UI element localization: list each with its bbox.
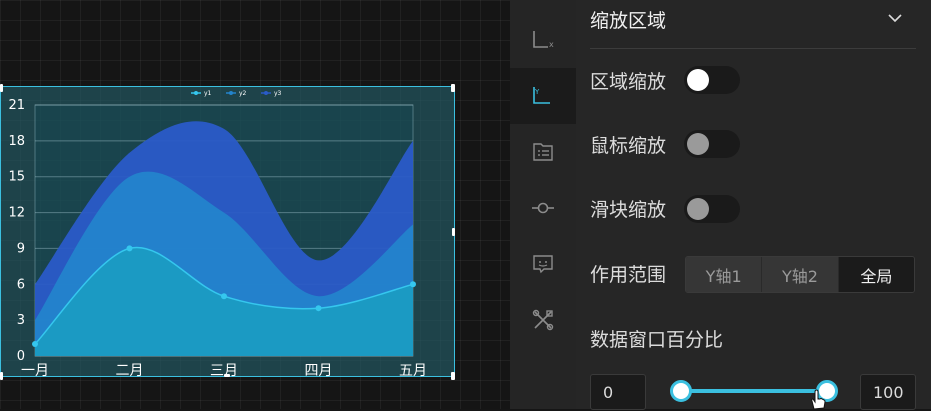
zoom-settings-panel: 缩放区域 区域缩放 鼠标缩放 滑块缩放 作用范围 Y轴1 Y轴2 全局 数据窗口…: [576, 0, 931, 410]
data-point: [221, 293, 227, 300]
tools-icon: [532, 309, 554, 331]
data-point: [410, 281, 416, 288]
y-tick-label: 12: [8, 206, 25, 221]
toggle-knob: [687, 133, 709, 155]
rail-tab-y-axis[interactable]: Y: [510, 68, 576, 124]
y-axis-icon: Y: [533, 87, 550, 104]
rail-tab-tooltip[interactable]: [510, 236, 576, 292]
data-point: [32, 341, 38, 348]
y-tick-label: 9: [17, 241, 25, 256]
mouse-zoom-label: 鼠标缩放: [590, 135, 667, 157]
y-tick-label: 18: [8, 134, 25, 149]
window-range-track[interactable]: [680, 389, 828, 393]
series-icon: [532, 202, 554, 214]
resize-handle-bottom[interactable]: [224, 374, 230, 377]
y-tick-label: 6: [17, 277, 25, 292]
rail-tab-tools[interactable]: [510, 292, 576, 348]
rail-tab-x-axis[interactable]: x: [510, 12, 576, 68]
resize-handle-bottom-left[interactable]: [0, 372, 3, 380]
window-start-thumb[interactable]: [670, 380, 692, 402]
area-chart: 036912151821一月 二月 三月 四月 五月y1 y2 y3: [8, 90, 427, 378]
resize-handle-right[interactable]: [452, 228, 455, 236]
chart-widget[interactable]: 0 3 6 9 12 15 18 21 一月 二月 三月 四月 五月 y1 y2 y3: [0, 86, 455, 378]
legend-dot: [229, 91, 233, 95]
legend-label: y3: [274, 90, 282, 97]
y-tick-label: 21: [8, 98, 25, 113]
window-start-input[interactable]: 0: [590, 374, 646, 410]
data-window-label: 数据窗口百分比: [590, 329, 724, 351]
rail-tab-series[interactable]: [510, 180, 576, 236]
legend-icon: [533, 143, 553, 161]
slider-zoom-label: 滑块缩放: [590, 199, 667, 221]
x-tick-label: 一月: [21, 363, 49, 378]
data-point: [126, 245, 133, 252]
y-tick-label: 15: [8, 170, 25, 185]
area-zoom-label: 区域缩放: [590, 71, 667, 93]
tooltip-icon: [533, 255, 553, 274]
legend-dot: [194, 91, 198, 95]
resize-handle-bottom-right[interactable]: [451, 372, 455, 380]
x-tick-label: 四月: [305, 363, 333, 378]
data-point: [315, 305, 322, 312]
mouse-zoom-toggle[interactable]: [684, 130, 740, 158]
scope-option-y-axis-1[interactable]: Y轴1: [686, 257, 763, 292]
y-tick-label: 3: [17, 313, 25, 328]
x-tick-label: 二月: [116, 363, 144, 378]
scope-label: 作用范围: [590, 264, 667, 286]
x-tick-label: 五月: [399, 363, 427, 378]
resize-handle-top-left[interactable]: [0, 84, 3, 92]
area-zoom-toggle[interactable]: [684, 66, 740, 94]
slider-zoom-toggle[interactable]: [684, 195, 740, 223]
legend-label: y1: [204, 90, 212, 97]
section-divider: [590, 48, 916, 49]
scope-option-global[interactable]: 全局: [838, 257, 914, 292]
scope-segmented-control: Y轴1 Y轴2 全局: [685, 256, 915, 293]
svg-text:Y: Y: [534, 88, 540, 96]
x-axis-icon: x: [533, 31, 554, 49]
property-tab-rail: x Y: [510, 0, 576, 409]
hand-cursor-icon: [811, 389, 826, 410]
window-end-input[interactable]: 100: [860, 374, 916, 410]
legend-dot: [264, 91, 268, 95]
resize-handle-top-right[interactable]: [451, 84, 455, 92]
toggle-knob: [687, 198, 709, 220]
y-tick-label: 0: [17, 349, 25, 364]
toggle-knob: [687, 69, 709, 91]
svg-text:x: x: [549, 40, 554, 49]
section-title: 缩放区域: [590, 10, 667, 32]
legend-label: y2: [239, 90, 247, 97]
scope-option-y-axis-2[interactable]: Y轴2: [762, 257, 839, 292]
rail-tab-legend[interactable]: [510, 124, 576, 180]
chevron-down-icon[interactable]: [887, 10, 903, 26]
design-canvas[interactable]: 0 3 6 9 12 15 18 21 一月 二月 三月 四月 五月 y1 y2 y3: [0, 0, 510, 409]
